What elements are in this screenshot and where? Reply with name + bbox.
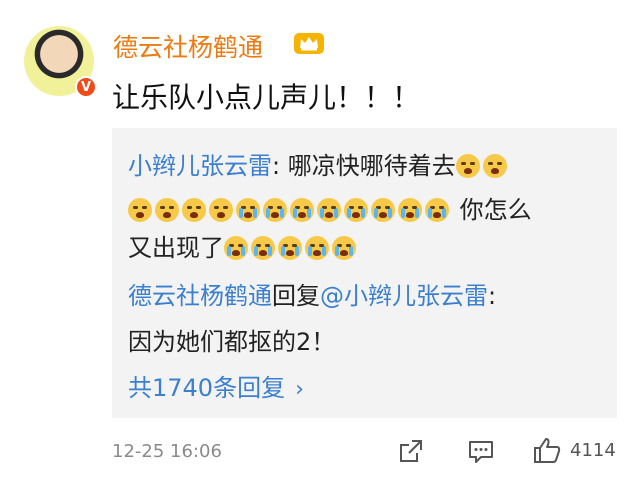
angry-emoji-icon <box>209 198 233 222</box>
reply-author-link[interactable]: 德云社杨鹤通 <box>128 282 272 310</box>
chevron-right-icon: › <box>295 377 304 402</box>
reply-text: 又出现了 <box>128 234 224 262</box>
crying-emoji-icon <box>290 198 314 222</box>
reply-text: 因为她们都抠的2！ <box>128 328 336 356</box>
crying-emoji-icon <box>344 198 368 222</box>
crying-emoji-icon <box>332 236 356 260</box>
crying-emoji-icon <box>305 236 329 260</box>
post-text: 让乐队小点儿声儿！！！ <box>112 81 421 114</box>
angry-emoji-icon <box>482 154 507 178</box>
crying-emoji-icon <box>425 198 449 222</box>
crying-emoji-icon <box>251 236 275 260</box>
reply-line: 又出现了 <box>128 228 359 263</box>
avatar[interactable]: V <box>24 26 97 98</box>
more-replies-label: 共1740条回复 <box>128 374 286 402</box>
reply-text: 你怎么 <box>452 196 532 224</box>
reply-separator: : <box>272 152 288 180</box>
crying-emoji-icon <box>263 198 287 222</box>
angry-emoji-icon <box>128 198 152 222</box>
like-count: 4114 <box>570 439 616 461</box>
reply-verb: 回复 <box>272 282 320 310</box>
crying-emoji-icon <box>224 236 248 260</box>
reply-text: 哪凉快哪待着去 <box>287 152 456 180</box>
post-username[interactable]: 德云社杨鹤通 <box>113 28 263 64</box>
angry-emoji-icon <box>455 154 480 178</box>
thumbs-up-icon <box>534 438 561 463</box>
reply-line: 你怎么 <box>128 190 532 225</box>
comment-icon[interactable] <box>466 436 496 466</box>
reply-separator: : <box>488 282 497 310</box>
angry-emoji-icon <box>155 198 179 222</box>
share-icon[interactable] <box>396 436 426 466</box>
crown-icon <box>294 33 324 54</box>
crying-emoji-icon <box>371 198 395 222</box>
angry-emoji-icon <box>182 198 206 222</box>
view-all-replies-link[interactable]: 共1740条回复 › <box>128 368 304 403</box>
verified-badge-icon: V <box>75 76 97 98</box>
reply-line: 德云社杨鹤通回复@小辫儿张云雷: <box>128 276 496 311</box>
reply-line: 小辫儿张云雷: 哪凉快哪待着去 <box>128 146 510 181</box>
crying-emoji-icon <box>278 236 302 260</box>
mention-link[interactable]: @小辫儿张云雷 <box>320 282 488 310</box>
like-button[interactable]: 4114 <box>532 434 616 466</box>
crying-emoji-icon <box>236 198 260 222</box>
reply-line: 因为她们都抠的2！ <box>128 322 335 357</box>
crying-emoji-icon <box>317 198 341 222</box>
post-timestamp: 12-25 16:06 <box>112 441 222 462</box>
reply-author-link[interactable]: 小辫儿张云雷 <box>128 152 272 180</box>
reply-preview[interactable]: 小辫儿张云雷: 哪凉快哪待着去 你怎么 又出现了 德云社杨鹤通回复@小辫儿张云雷… <box>112 128 617 418</box>
crying-emoji-icon <box>398 198 422 222</box>
